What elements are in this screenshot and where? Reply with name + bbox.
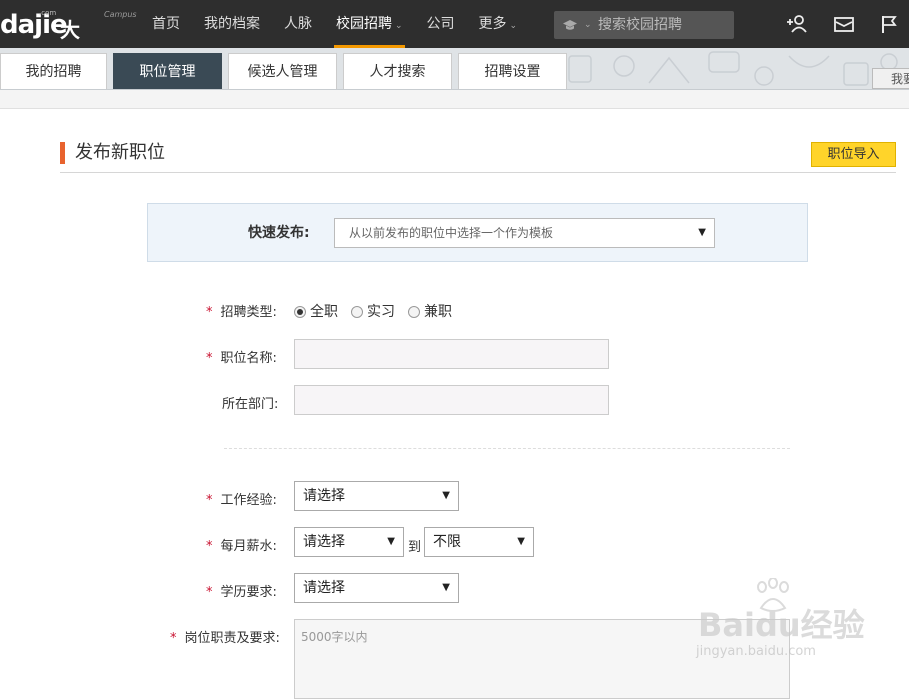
main-nav: 首页 我的档案 人脉 校园招聘 ⌄ 公司 更多 ⌄	[140, 0, 529, 48]
experience-select[interactable]: 请选择 ▼	[294, 481, 459, 511]
flag-icon[interactable]	[878, 14, 900, 34]
tab-talent-search-label: 人才搜索	[369, 64, 426, 80]
graduation-cap-icon[interactable]	[562, 17, 578, 33]
required-star: *	[206, 585, 213, 600]
tab-my-recruitment-label: 我的招聘	[25, 64, 82, 80]
nav-company[interactable]: 公司	[415, 0, 467, 48]
tab-position-management[interactable]: 职位管理	[113, 53, 222, 89]
logo-campus: Campus	[104, 10, 137, 19]
baidu-jingyan-watermark: Baidu经验 jingyan.baidu.com	[696, 578, 866, 668]
mail-icon[interactable]	[833, 14, 855, 34]
nav-home[interactable]: 首页	[140, 0, 192, 48]
radio-fulltime-label: 全职	[310, 304, 338, 320]
nav-more[interactable]: 更多 ⌄	[467, 0, 530, 48]
radio-internship[interactable]: 实习	[351, 301, 395, 321]
nav-company-label: 公司	[426, 16, 455, 32]
tab-candidate-management[interactable]: 候选人管理	[228, 53, 337, 89]
watermark-text: Baidu经验	[698, 606, 865, 644]
education-select-value: 请选择	[303, 580, 345, 596]
logo-dotcom: .com	[39, 9, 57, 17]
radio-internship-label: 实习	[367, 304, 395, 320]
salary-from-select[interactable]: 请选择 ▼	[294, 527, 404, 557]
radio-parttime-label: 兼职	[424, 304, 452, 320]
logo-brand-latin: dajie	[0, 10, 68, 40]
nav-home-label: 首页	[152, 16, 180, 32]
required-star: *	[206, 305, 213, 320]
required-star: *	[206, 351, 213, 366]
salary-from-value: 请选择	[303, 534, 345, 550]
decorative-pattern	[568, 51, 898, 86]
dropdown-arrow-icon: ▼	[442, 582, 450, 593]
department-label: 所在部门:	[222, 397, 279, 412]
top-navbar: dajie .com 大街 Campus 首页 我的档案 人脉 校园招聘⌄ 公司…	[0, 0, 909, 71]
position-name-label: * 职位名称:	[206, 347, 277, 366]
sub-tab-bar: 我的招聘 职位管理 候选人管理 人才搜索 招聘设置 我要	[0, 48, 909, 90]
add-contact-icon[interactable]	[786, 14, 808, 34]
education-label-text: 学历要求:	[220, 585, 277, 600]
page-title: 发布新职位	[60, 142, 165, 164]
dropdown-arrow-icon: ▼	[387, 536, 395, 547]
recruit-type-label-text: 招聘类型:	[220, 305, 277, 320]
tab-recruit-settings[interactable]: 招聘设置	[458, 53, 567, 89]
duty-label: * 岗位职责及要求:	[170, 627, 280, 646]
nav-more-label: 更多	[478, 16, 507, 32]
title-divider	[60, 172, 896, 173]
breadcrumb-strip	[0, 90, 909, 109]
salary-to-word: 到	[408, 540, 422, 555]
salary-label: * 每月薪水:	[206, 535, 277, 554]
education-select[interactable]: 请选择 ▼	[294, 573, 459, 603]
recruit-type-label: * 招聘类型:	[206, 301, 277, 320]
experience-select-value: 请选择	[303, 488, 345, 504]
radio-circle[interactable]	[408, 306, 420, 318]
tab-my-recruitment[interactable]: 我的招聘	[0, 53, 107, 89]
template-select-value: 从以前发布的职位中选择一个作为模板	[349, 226, 554, 240]
tab-talent-search[interactable]: 人才搜索	[343, 53, 452, 89]
education-label: * 学历要求:	[206, 581, 277, 600]
required-star: *	[206, 493, 213, 508]
dropdown-arrow-icon: ▼	[517, 536, 525, 547]
salary-label-text: 每月薪水:	[220, 539, 277, 554]
tab-edge-partial[interactable]: 我要	[872, 68, 909, 89]
watermark-url: jingyan.baidu.com	[696, 644, 816, 659]
chevron-down-icon: ⌄	[584, 20, 592, 30]
template-select[interactable]: 从以前发布的职位中选择一个作为模板 ▼	[334, 218, 715, 248]
duty-placeholder: 5000字以内	[301, 630, 368, 644]
required-star: *	[170, 631, 177, 646]
salary-to-select[interactable]: 不限 ▼	[424, 527, 534, 557]
position-name-field[interactable]	[294, 339, 609, 369]
nav-profile-label: 我的档案	[204, 16, 260, 32]
position-name-label-text: 职位名称:	[220, 351, 277, 366]
quick-publish-label: 快速发布:	[248, 225, 310, 241]
import-position-button[interactable]: 职位导入	[811, 142, 896, 167]
tab-candidate-management-label: 候选人管理	[247, 64, 318, 80]
nav-campus-recruit[interactable]: 校园招聘 ⌄	[324, 0, 415, 48]
department-field[interactable]	[294, 385, 609, 415]
duty-label-text: 岗位职责及要求:	[184, 631, 280, 646]
search-input[interactable]	[598, 11, 728, 39]
salary-to-value: 不限	[433, 534, 461, 550]
tab-position-management-label: 职位管理	[139, 64, 196, 80]
tab-recruit-settings-label: 招聘设置	[484, 64, 541, 80]
radio-circle[interactable]	[294, 306, 306, 318]
search-box[interactable]: ⌄	[554, 11, 734, 39]
nav-network[interactable]: 人脉	[272, 0, 324, 48]
quick-publish-panel: 快速发布: 从以前发布的职位中选择一个作为模板 ▼	[147, 203, 808, 262]
nav-network-label: 人脉	[284, 16, 312, 32]
dropdown-arrow-icon: ▼	[442, 490, 450, 501]
dropdown-arrow-icon: ▼	[698, 227, 706, 238]
section-divider	[224, 448, 790, 449]
experience-label-text: 工作经验:	[220, 493, 277, 508]
radio-fulltime[interactable]: 全职	[294, 301, 338, 321]
nav-campus-recruit-label: 校园招聘	[336, 16, 392, 32]
radio-circle[interactable]	[351, 306, 363, 318]
radio-parttime[interactable]: 兼职	[408, 301, 452, 321]
nav-profile[interactable]: 我的档案	[192, 0, 272, 48]
chevron-down-icon: ⌄	[395, 21, 403, 31]
required-star: *	[206, 539, 213, 554]
experience-label: * 工作经验:	[206, 489, 277, 508]
chevron-down-icon: ⌄	[509, 21, 518, 31]
